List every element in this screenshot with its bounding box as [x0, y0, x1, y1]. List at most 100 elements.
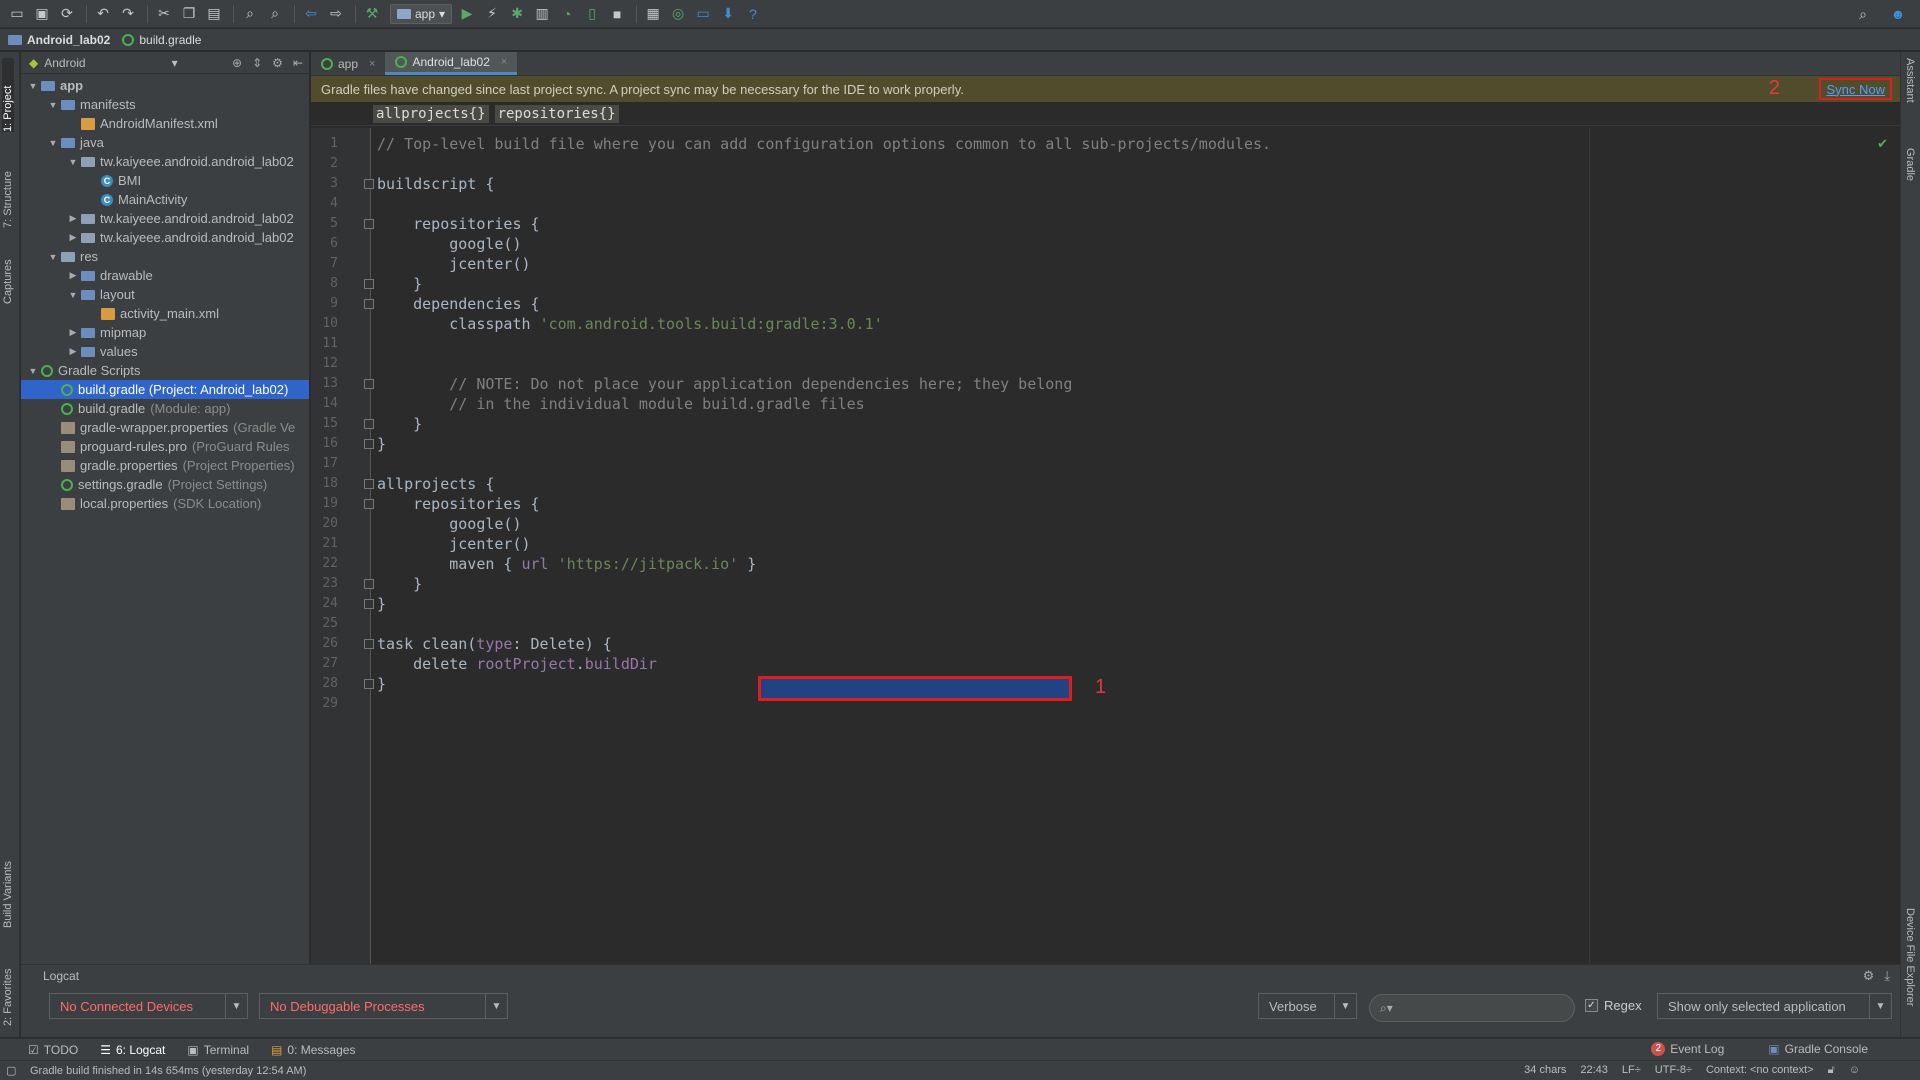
tree-item[interactable]: settings.gradle (Project Settings) [21, 475, 309, 494]
tree-item[interactable]: ▼ res [21, 247, 309, 266]
line-number-gutter[interactable]: 1 2 3 4 5 6 7 8 9 10 11 12 13 14 15 16 17 18 19 20 21 22 23 24 2… [311, 128, 374, 964]
tree-item[interactable]: ▶ values [21, 342, 309, 361]
gear-icon[interactable]: ⚙ [272, 56, 283, 70]
line-number[interactable]: 25 [322, 614, 338, 634]
code-breadcrumb[interactable]: allprojects{} [373, 104, 489, 123]
tree-item[interactable]: ▼ Gradle Scripts [21, 361, 309, 380]
fold-marker-icon[interactable] [364, 219, 374, 229]
paste-icon[interactable]: ▤ [203, 3, 225, 25]
synchronize-icon[interactable]: ⟳ [56, 3, 78, 25]
redo-icon[interactable]: ↷ [117, 3, 139, 25]
collapse-arrow-icon[interactable]: ▶ [67, 270, 79, 281]
fold-marker-icon[interactable] [364, 179, 374, 189]
fold-marker-icon[interactable] [364, 479, 374, 489]
device-select[interactable]: No Connected Devices ▼ [49, 993, 248, 1019]
fold-marker-icon[interactable] [364, 639, 374, 649]
line-number[interactable]: 18 [322, 474, 338, 494]
collapse-arrow-icon[interactable]: ▶ [67, 346, 79, 357]
attach-debugger-icon[interactable]: ▯ [581, 3, 603, 25]
tree-item[interactable]: activity_main.xml [21, 304, 309, 323]
fold-marker-icon[interactable] [364, 679, 374, 689]
tree-item[interactable]: ▼ tw.kaiyeee.android.android_lab02 [21, 152, 309, 171]
code-area[interactable]: 1 2 3 4 5 6 7 8 9 10 11 12 13 14 15 16 17 18 19 20 21 22 23 24 2… [311, 128, 1900, 964]
sync-now-link[interactable]: Sync Now [1819, 78, 1892, 100]
project-view-selector[interactable]: Android [44, 56, 85, 70]
line-number[interactable]: 21 [322, 534, 338, 554]
tree-item[interactable]: gradle-wrapper.properties (Gradle Ve [21, 418, 309, 437]
status-caret-position[interactable]: 22:43 [1580, 1064, 1608, 1077]
tree-item[interactable]: C MainActivity [21, 190, 309, 209]
line-number[interactable]: 26 [322, 634, 338, 654]
tool-tab-device-file-explorer[interactable]: Device File Explorer [1904, 908, 1916, 1006]
expand-arrow-icon[interactable]: ▼ [67, 157, 79, 167]
make-project-hammer-icon[interactable]: ⚒ [361, 3, 383, 25]
lock-icon[interactable]: 🔓︎ [1828, 1064, 1835, 1077]
line-number[interactable]: 8 [330, 274, 338, 294]
undo-icon[interactable]: ↶ [92, 3, 114, 25]
tool-tab-structure[interactable]: 7: Structure [2, 148, 14, 228]
tool-tab-build-variants[interactable]: Build Variants [2, 838, 14, 928]
tool-tab-gradle-console[interactable]: ▣ Gradle Console [1768, 1042, 1868, 1056]
code-breadcrumb[interactable]: repositories{} [494, 104, 619, 123]
inspection-ok-icon[interactable]: ✔ [1877, 136, 1888, 152]
line-number[interactable]: 29 [322, 694, 338, 714]
sync-gradle-icon[interactable]: ◎ [667, 3, 689, 25]
hide-panel-icon[interactable]: ⇤ [293, 56, 303, 70]
forward-icon[interactable]: ⇨ [325, 3, 347, 25]
tree-item[interactable]: build.gradle (Module: app) [21, 399, 309, 418]
tool-tab-terminal[interactable]: ▣ Terminal [187, 1043, 249, 1057]
tool-tab-favorites[interactable]: 2: Favorites [2, 946, 14, 1026]
debug-icon[interactable]: ✱ [506, 3, 528, 25]
line-number[interactable]: 14 [322, 394, 338, 414]
help-icon[interactable]: ? [742, 3, 764, 25]
save-all-icon[interactable]: ▣ [31, 3, 53, 25]
collapse-arrow-icon[interactable]: ▶ [67, 213, 79, 224]
fold-marker-icon[interactable] [364, 499, 374, 509]
sdk-manager-icon[interactable]: ⬇ [717, 3, 739, 25]
logcat-filter-select[interactable]: Show only selected application ▼ [1657, 993, 1892, 1019]
editor-tab[interactable]: app × [311, 53, 385, 75]
run-configuration-select[interactable]: app ▾ [390, 3, 453, 24]
chevron-down-icon[interactable]: ▾ [172, 56, 178, 70]
tree-item[interactable]: proguard-rules.pro (ProGuard Rules [21, 437, 309, 456]
line-number[interactable]: 22 [322, 554, 338, 574]
tree-item[interactable]: ▶ tw.kaiyeee.android.android_lab02 [21, 209, 309, 228]
tree-item[interactable]: gradle.properties (Project Properties) [21, 456, 309, 475]
collapse-arrow-icon[interactable]: ▶ [67, 232, 79, 243]
search-everywhere-icon[interactable]: ⌕ [1852, 3, 1874, 25]
tree-item[interactable]: ▼ layout [21, 285, 309, 304]
gear-icon[interactable]: ⚙ [1863, 968, 1875, 984]
line-number[interactable]: 20 [322, 514, 338, 534]
expand-arrow-icon[interactable]: ▼ [47, 252, 59, 262]
line-number[interactable]: 10 [322, 314, 338, 334]
tree-item[interactable]: local.properties (SDK Location) [21, 494, 309, 513]
scroll-from-source-icon[interactable]: ⊕ [232, 56, 242, 70]
avd-manager-icon[interactable]: ▭ [692, 3, 714, 25]
tree-item[interactable]: ▼ java [21, 133, 309, 152]
tool-tab-todo[interactable]: ☑ TODO [28, 1043, 78, 1057]
tool-tab-project[interactable]: 1: Project [2, 58, 14, 132]
status-context[interactable]: Context: <no context> [1706, 1064, 1814, 1077]
toggle-tool-windows-icon[interactable]: ▢ [6, 1064, 16, 1077]
line-number[interactable]: 6 [330, 234, 338, 254]
line-number[interactable]: 15 [322, 414, 338, 434]
line-number[interactable]: 5 [330, 214, 338, 234]
fold-marker-icon[interactable] [364, 279, 374, 289]
expand-arrow-icon[interactable]: ▼ [47, 100, 59, 110]
line-number[interactable]: 3 [330, 174, 338, 194]
collapse-all-icon[interactable]: ⇕ [252, 56, 262, 70]
run-icon[interactable]: ▶ [456, 3, 478, 25]
fold-marker-icon[interactable] [364, 599, 374, 609]
process-select[interactable]: No Debuggable Processes ▼ [259, 993, 508, 1019]
line-number[interactable]: 24 [322, 594, 338, 614]
tree-item[interactable]: ▶ tw.kaiyeee.android.android_lab02 [21, 228, 309, 247]
tree-item[interactable]: C BMI [21, 171, 309, 190]
line-number[interactable]: 19 [322, 494, 338, 514]
line-number[interactable]: 7 [330, 254, 338, 274]
line-number[interactable]: 17 [322, 454, 338, 474]
status-message[interactable]: Gradle build finished in 14s 654ms (yest… [30, 1065, 306, 1077]
user-avatar-icon[interactable]: ☻ [1887, 3, 1909, 25]
tree-item[interactable]: AndroidManifest.xml [21, 114, 309, 133]
project-structure-icon[interactable]: ▦ [642, 3, 664, 25]
nav-crumb-file[interactable]: build.gradle [122, 33, 201, 47]
